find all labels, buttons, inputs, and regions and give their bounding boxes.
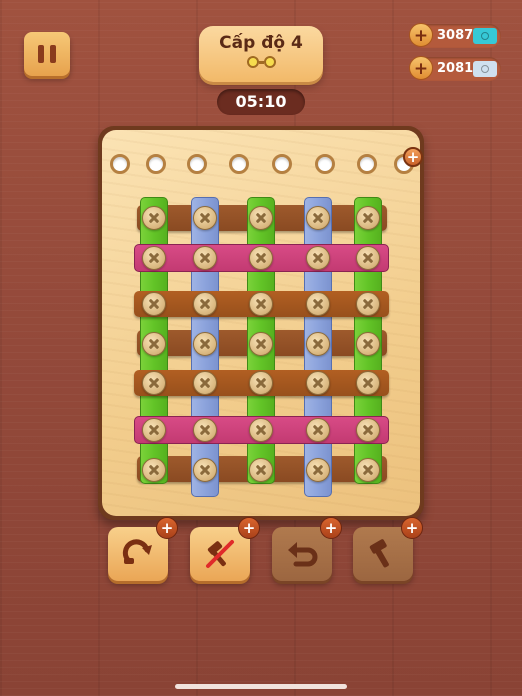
empty-hole[interactable] [229, 154, 249, 174]
screw[interactable] [193, 458, 217, 482]
screw[interactable] [193, 206, 217, 230]
screw[interactable] [193, 332, 217, 356]
screw[interactable] [356, 246, 380, 270]
screw[interactable] [306, 418, 330, 442]
screw[interactable] [142, 371, 166, 395]
screw[interactable] [249, 332, 273, 356]
screw[interactable] [356, 458, 380, 482]
empty-hole[interactable] [110, 154, 130, 174]
plus-icon[interactable]: + [409, 23, 433, 47]
empty-hole[interactable] [357, 154, 377, 174]
crossed-hammer-icon [206, 540, 234, 568]
screw[interactable] [193, 246, 217, 270]
screw[interactable] [356, 206, 380, 230]
screw[interactable] [306, 458, 330, 482]
plus-icon[interactable]: + [409, 56, 433, 80]
rotate-booster-button[interactable]: + [108, 517, 178, 581]
level-badge: Cấp độ 4 [199, 26, 323, 82]
screw[interactable] [356, 371, 380, 395]
hammer-booster-button[interactable]: + [353, 517, 423, 581]
undo-booster-button[interactable]: + [272, 517, 342, 581]
screw[interactable] [249, 292, 273, 316]
currency-2-value: 2081 [437, 61, 474, 76]
screw[interactable] [306, 371, 330, 395]
screw[interactable] [193, 371, 217, 395]
undo-arrow-icon [288, 542, 318, 567]
remove-screw-booster-button[interactable]: + [190, 517, 260, 581]
empty-hole[interactable] [187, 154, 207, 174]
screw[interactable] [142, 246, 166, 270]
currency-2[interactable]: + 2081 [409, 56, 501, 81]
screw[interactable] [249, 371, 273, 395]
hammer-icon [369, 539, 389, 568]
screw[interactable] [142, 418, 166, 442]
screw[interactable] [356, 292, 380, 316]
screw[interactable] [306, 246, 330, 270]
screw[interactable] [249, 458, 273, 482]
screw[interactable] [142, 332, 166, 356]
screw[interactable] [356, 418, 380, 442]
screw[interactable] [142, 458, 166, 482]
timer: 05:10 [217, 89, 305, 115]
screw[interactable] [306, 292, 330, 316]
currency-1[interactable]: + 3087 [409, 23, 501, 48]
plus-icon[interactable]: + [401, 517, 423, 539]
pause-button[interactable] [24, 32, 70, 76]
screw[interactable] [249, 418, 273, 442]
empty-hole[interactable] [315, 154, 335, 174]
plus-icon[interactable]: + [320, 517, 342, 539]
ticket-icon [473, 61, 497, 77]
ticket-icon [473, 28, 497, 44]
screw[interactable] [193, 418, 217, 442]
currency-1-value: 3087 [437, 28, 474, 43]
pause-icon [38, 45, 44, 63]
screw[interactable] [249, 206, 273, 230]
rotate-arrow-icon [122, 539, 152, 564]
home-indicator[interactable] [175, 684, 347, 689]
level-progress-icon [199, 56, 323, 68]
screw[interactable] [249, 246, 273, 270]
add-hole-button[interactable]: + [403, 147, 423, 167]
screw[interactable] [306, 206, 330, 230]
screw[interactable] [142, 292, 166, 316]
screw[interactable] [356, 332, 380, 356]
plus-icon[interactable]: + [156, 517, 178, 539]
empty-hole[interactable] [272, 154, 292, 174]
level-title: Cấp độ 4 [219, 33, 303, 53]
screw[interactable] [306, 332, 330, 356]
empty-hole[interactable] [146, 154, 166, 174]
plus-icon[interactable]: + [238, 517, 260, 539]
screw[interactable] [193, 292, 217, 316]
screw[interactable] [142, 206, 166, 230]
